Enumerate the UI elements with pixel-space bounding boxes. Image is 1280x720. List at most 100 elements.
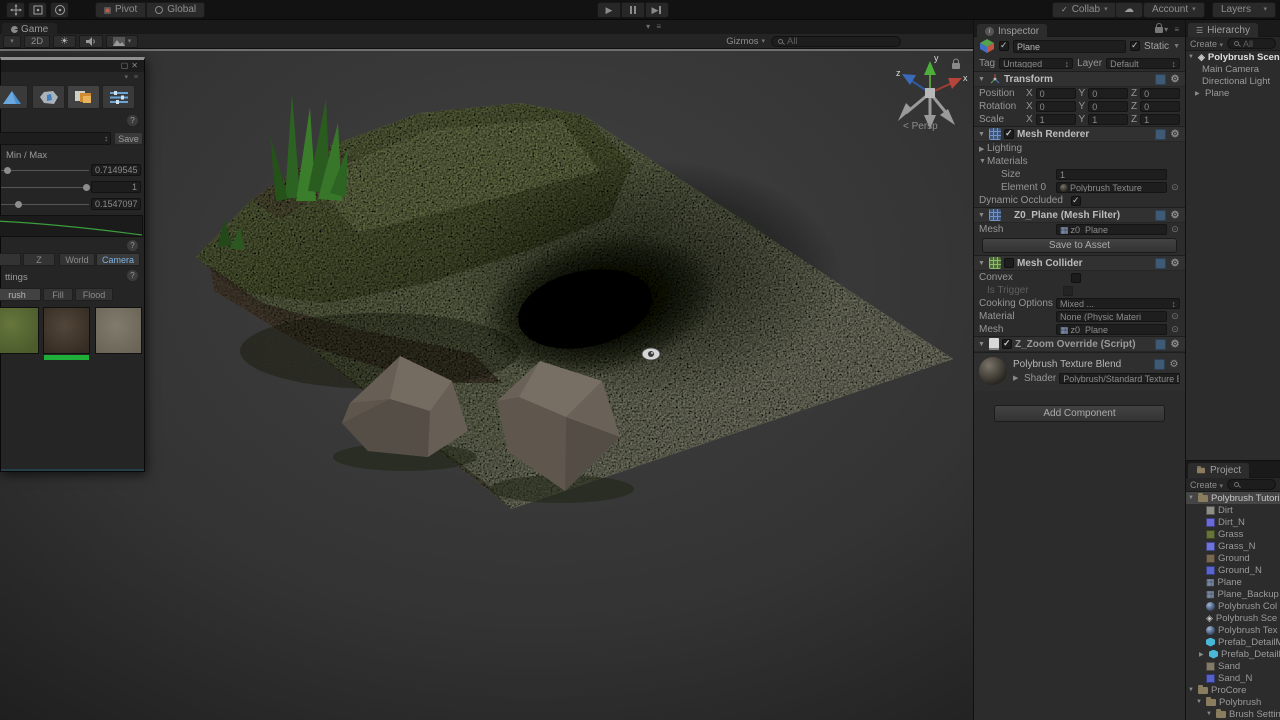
mesh-filter-header[interactable]: ▼ Z0_Plane (Mesh Filter) ⚙ (974, 207, 1185, 223)
rotation-y-field[interactable]: 0 (1088, 101, 1128, 112)
paint-tab-flood[interactable]: Flood (75, 288, 113, 301)
help-book-icon[interactable] (1155, 129, 1166, 140)
scene-pane-menu-icon[interactable]: ▾ ≡ (646, 22, 663, 31)
paint-tab-brush[interactable]: rush (0, 288, 41, 301)
project-create-button[interactable]: Create ▾ (1190, 480, 1223, 490)
radius-value[interactable]: 0.7149545 (91, 164, 141, 176)
hierarchy-item-directional-light[interactable]: Directional Light (1186, 75, 1280, 87)
mesh-collider-header[interactable]: ▼ Mesh Collider ⚙ (974, 255, 1185, 271)
inspector-pane-menu-icon[interactable]: ▾ ≡ (1164, 25, 1181, 34)
settings-help-icon[interactable]: ? (127, 270, 138, 281)
maximize-icon[interactable]: ▢ (121, 61, 132, 70)
gear-icon[interactable]: ⚙ (1169, 258, 1181, 269)
project-item[interactable]: ▼Brush Settin (1186, 708, 1280, 720)
gear-icon[interactable]: ⚙ (1169, 74, 1181, 85)
tab-project[interactable]: Project (1188, 463, 1249, 479)
project-item[interactable]: Polybrush Col (1186, 600, 1280, 612)
object-picker-icon[interactable]: ⊙ (1170, 182, 1180, 193)
project-item[interactable]: Dirt_N (1186, 516, 1280, 528)
window-resize-edge[interactable] (1, 469, 144, 471)
project-item[interactable]: ▦Plane_Backup (1186, 588, 1280, 600)
physic-material-field[interactable]: None (Physic Materi (1056, 311, 1167, 322)
scale-x-field[interactable]: 1 (1036, 114, 1076, 125)
object-picker-icon[interactable]: ⊙ (1170, 324, 1180, 335)
pivot-button[interactable]: Pivot (95, 2, 146, 18)
rotation-x-field[interactable]: 0 (1036, 101, 1076, 112)
pause-button[interactable] (621, 2, 645, 18)
play-button[interactable]: ▶ (597, 2, 621, 18)
gear-icon[interactable]: ⚙ (1168, 359, 1180, 370)
project-item[interactable]: Ground_N (1186, 564, 1280, 576)
mirror-y-button[interactable] (0, 253, 21, 266)
smooth-mode-button[interactable] (32, 85, 65, 109)
tag-dropdown[interactable]: Untagged↕ (999, 58, 1073, 69)
project-item[interactable]: ▦Plane (1186, 576, 1280, 588)
mirror-camera-button[interactable]: Camera (96, 253, 140, 266)
brush-help-icon[interactable]: ? (127, 115, 138, 126)
help-book-icon[interactable] (1155, 210, 1166, 221)
mesh-renderer-header[interactable]: ▼ Mesh Renderer ⚙ (974, 126, 1185, 142)
project-item[interactable]: ▼Polybrush (1186, 696, 1280, 708)
rotation-z-field[interactable]: 0 (1140, 101, 1180, 112)
gizmo-center-cube[interactable] (925, 88, 935, 98)
project-item[interactable]: ▶Prefab_DetailM (1186, 648, 1280, 660)
brush-preset-dropdown[interactable]: ↕ (0, 132, 111, 145)
polybrush-pane-menu-icon[interactable]: ▾ ≡ (124, 73, 140, 81)
lighting-toggle[interactable]: ☀ (53, 35, 76, 48)
element0-field[interactable]: Polybrush Texture (1056, 182, 1167, 193)
settings-mode-button[interactable] (102, 85, 135, 109)
layers-dropdown[interactable]: Layers▾ (1212, 2, 1276, 18)
help-book-icon[interactable] (1155, 339, 1166, 350)
audio-toggle[interactable] (79, 35, 103, 48)
save-brush-button[interactable]: Save (114, 132, 143, 145)
project-item[interactable]: Polybrush Tex (1186, 624, 1280, 636)
gear-icon[interactable]: ⚙ (1169, 129, 1181, 140)
material-preview-sphere[interactable] (979, 357, 1007, 385)
dynamic-occluded-checkbox[interactable] (1071, 196, 1081, 206)
texture-swatch-sand[interactable] (95, 307, 142, 354)
convex-checkbox[interactable] (1071, 273, 1081, 283)
hierarchy-create-button[interactable]: Create ▾ (1190, 39, 1223, 49)
static-checkbox[interactable] (1130, 41, 1140, 51)
max-value[interactable]: 1 (91, 181, 141, 193)
scale-y-field[interactable]: 1 (1088, 114, 1128, 125)
project-item[interactable]: Sand (1186, 660, 1280, 672)
mirror-z-button[interactable]: Z (23, 253, 55, 266)
paint-tab-fill[interactable]: Fill (43, 288, 73, 301)
project-root-folder[interactable]: ▼Polybrush Tutori (1186, 492, 1280, 504)
gizmos-dropdown[interactable]: Gizmos▾ (720, 35, 771, 48)
position-x-field[interactable]: 0 (1036, 88, 1076, 99)
mesh-field[interactable]: ▦ z0_Plane (1056, 224, 1167, 235)
collider-mesh-field[interactable]: ▦ z0_Plane (1056, 324, 1167, 335)
mirror-world-button[interactable]: World (59, 253, 95, 266)
script-checkbox[interactable] (1002, 339, 1012, 349)
help-book-icon[interactable] (1155, 258, 1166, 269)
hierarchy-item-plane[interactable]: ▶Plane (1186, 87, 1280, 99)
falloff-curve[interactable] (0, 215, 143, 237)
help-book-icon[interactable] (1155, 74, 1166, 85)
close-icon[interactable]: ✕ (131, 61, 141, 70)
polybrush-titlebar[interactable]: ▢✕ (1, 60, 144, 72)
active-checkbox[interactable] (999, 41, 1009, 51)
lighting-foldout[interactable]: ▶Lighting (974, 142, 1185, 155)
project-item[interactable]: ◈Polybrush Sce (1186, 612, 1280, 624)
static-dropdown-icon[interactable]: ▼ (1173, 43, 1180, 50)
object-picker-icon[interactable]: ⊙ (1170, 224, 1180, 235)
global-button[interactable]: Global (146, 2, 205, 18)
mesh-renderer-checkbox[interactable] (1004, 129, 1014, 139)
scene-viewport[interactable]: y x z < Persp (0, 49, 973, 720)
project-item[interactable]: Grass_N (1186, 540, 1280, 552)
cooking-options-dropdown[interactable]: Mixed ...↕ (1056, 298, 1180, 309)
scale-z-field[interactable]: 1 (1140, 114, 1180, 125)
object-picker-icon[interactable]: ⊙ (1170, 311, 1180, 322)
project-item[interactable]: Ground (1186, 552, 1280, 564)
project-search-input[interactable] (1227, 479, 1276, 490)
object-name-field[interactable]: Plane (1013, 40, 1126, 53)
position-z-field[interactable]: 0 (1140, 88, 1180, 99)
script-header[interactable]: ▼ Z_Zoom Override (Script) ⚙ (974, 336, 1185, 352)
project-item[interactable]: Sand_N (1186, 672, 1280, 684)
add-component-button[interactable]: Add Component (994, 405, 1165, 422)
materials-foldout[interactable]: ▼Materials (974, 155, 1185, 168)
draw-mode-dropdown[interactable]: ▾ (3, 35, 21, 48)
project-item[interactable]: ▼ProCore (1186, 684, 1280, 696)
